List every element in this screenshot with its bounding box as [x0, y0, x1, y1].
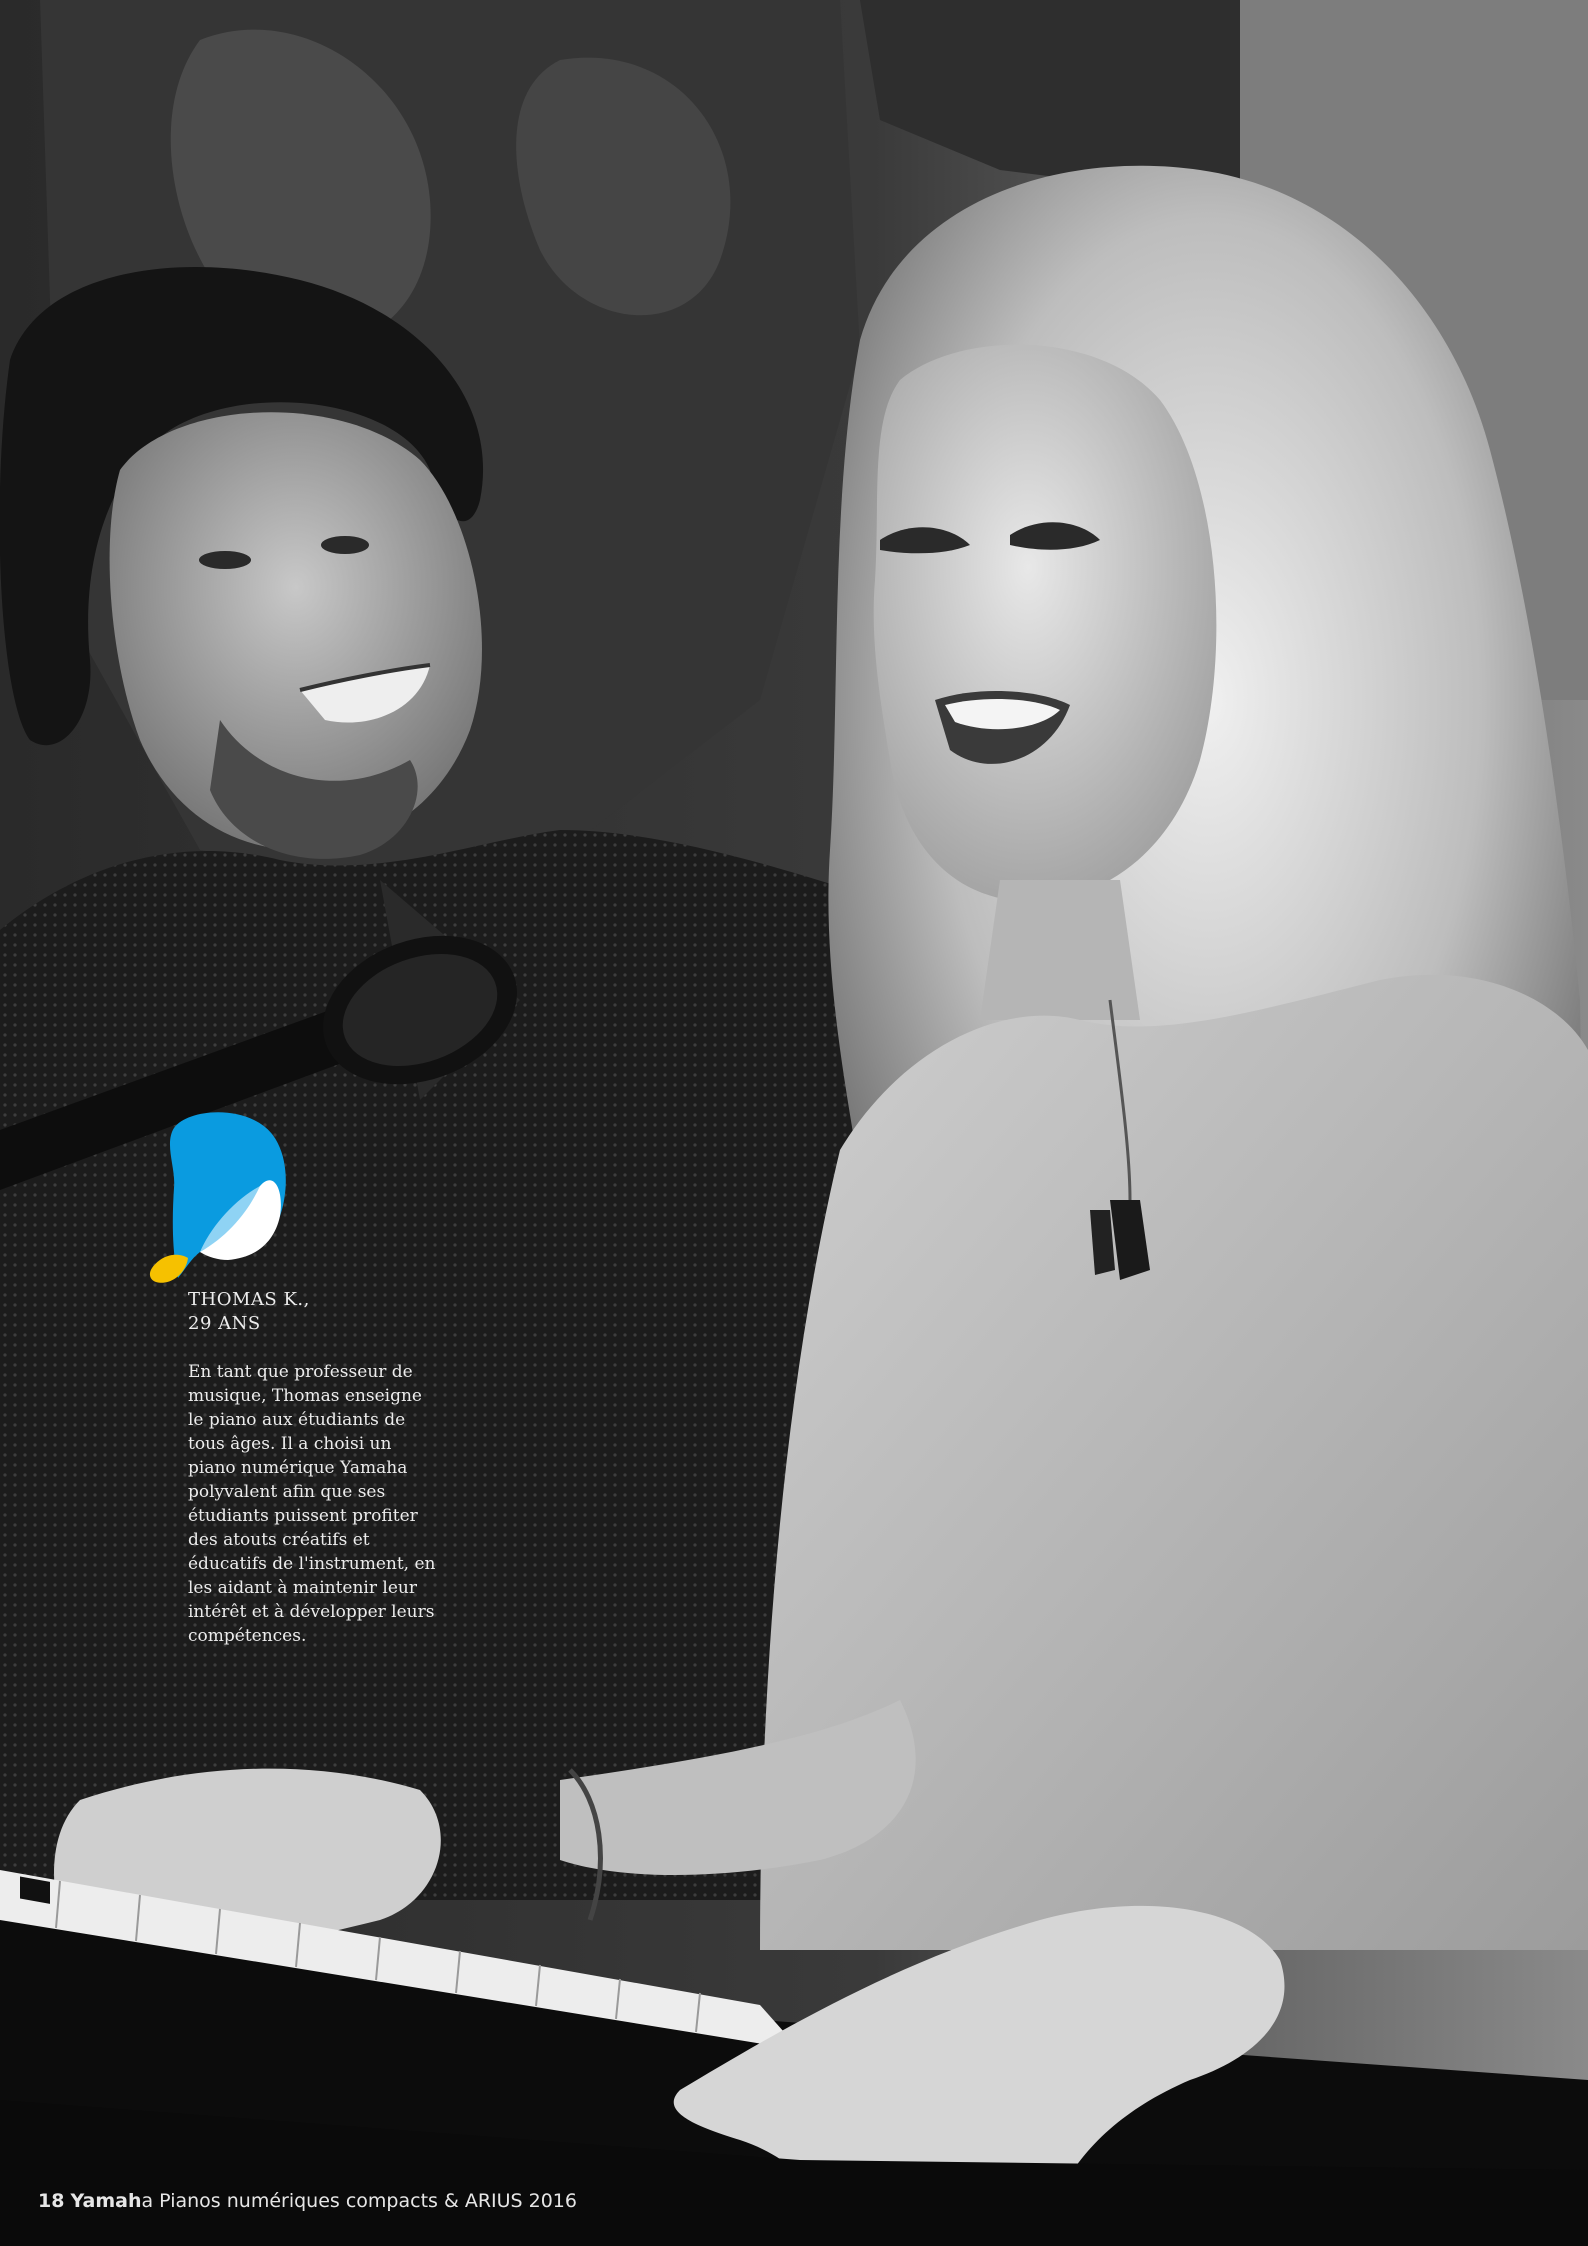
- page-footer: 18 Yamaha Pianos numériques compacts & A…: [38, 2190, 577, 2212]
- yamaha-music-drop-icon: [148, 1108, 288, 1288]
- publication-title: Pianos numériques compacts & ARIUS 2016: [153, 2190, 577, 2212]
- brochure-page: THOMAS K., 29 ANS En tant que professeur…: [0, 0, 1588, 2246]
- profile-bio: En tant que professeur de musique, Thoma…: [188, 1362, 436, 1646]
- profile-age-line: 29 ANS: [188, 1313, 261, 1334]
- profile-name-line1: THOMAS K.,: [188, 1289, 310, 1310]
- profile-name: THOMAS K., 29 ANS: [188, 1288, 438, 1336]
- brand-name: Yamah: [70, 2190, 142, 2212]
- page-number: 18: [38, 2190, 65, 2212]
- brand-name-tail: a: [141, 2190, 154, 2212]
- profile-caption: THOMAS K., 29 ANS En tant que professeur…: [188, 1288, 438, 1648]
